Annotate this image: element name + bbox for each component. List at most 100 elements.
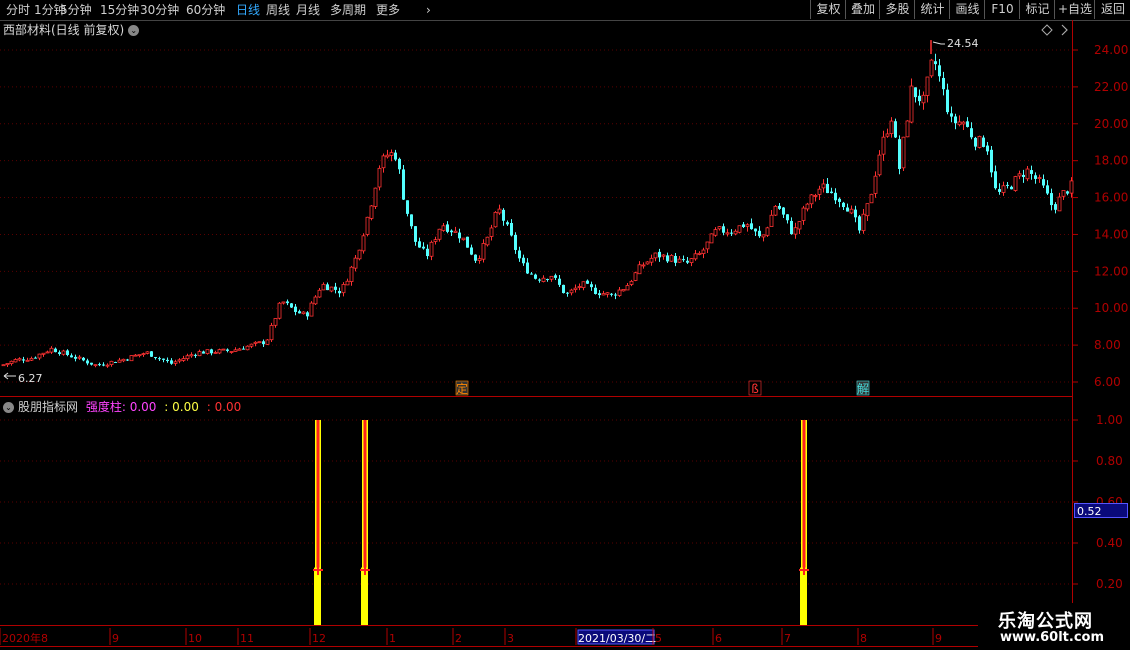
candle-body: [502, 209, 505, 221]
date-label: 8: [860, 632, 867, 645]
candle-body: [121, 358, 126, 362]
candle-body: [485, 236, 490, 246]
candle-body: [573, 287, 578, 290]
candle-body: [737, 225, 742, 233]
candle-body: [173, 361, 178, 364]
price-axis-label: 18.00: [1094, 154, 1128, 168]
candle-body: [66, 350, 69, 355]
candle-body: [514, 234, 517, 250]
candle-body: [693, 253, 698, 260]
candle-body: [345, 280, 350, 286]
candle-body: [105, 364, 110, 367]
candle-body: [470, 247, 473, 255]
candle-body: [629, 280, 634, 285]
diamond-icon: [1041, 24, 1053, 36]
candle-body: [489, 227, 494, 237]
price-axis-label: 6.00: [1094, 375, 1121, 389]
candle-body: [569, 289, 574, 294]
indicator-sep-1: :: [164, 400, 169, 414]
date-label: 11: [240, 632, 254, 645]
price-axis-label: 14.00: [1094, 227, 1128, 241]
candle-body: [778, 205, 781, 209]
candle-body: [701, 249, 706, 254]
candle-body: [846, 207, 849, 212]
candle-body: [773, 205, 778, 216]
candle-body: [625, 285, 630, 291]
candle-body: [809, 194, 814, 205]
candle-body: [961, 121, 966, 125]
candle-body: [697, 252, 702, 255]
price-axis-label: 10.00: [1094, 301, 1128, 315]
signal-marker-2: 解: [857, 382, 869, 396]
indicator-title: ⌄ 股朋指标网 强度柱: 0.00 : 0.00 : 0.00: [3, 398, 241, 415]
candle-body: [838, 198, 841, 202]
candle-body: [1054, 204, 1057, 210]
candle-body: [245, 345, 250, 351]
candle-body: [1022, 174, 1025, 177]
candle-body: [389, 152, 394, 156]
candle-body: [114, 362, 117, 364]
candle-body: [273, 318, 278, 326]
candle-body: [946, 89, 949, 113]
candle-body: [369, 205, 374, 219]
candle-body: [717, 226, 722, 230]
candle-body: [1042, 179, 1045, 186]
candle-body: [197, 351, 202, 357]
candle-body: [341, 284, 346, 294]
candle-body: [317, 289, 322, 298]
candle-body: [713, 229, 718, 236]
candle-body: [13, 359, 18, 363]
candle-body: [253, 341, 258, 344]
candle-body: [881, 136, 886, 155]
candle-body: [338, 290, 341, 294]
price-axis-label: 8.00: [1094, 338, 1121, 352]
candle-body: [126, 359, 129, 361]
candle-body: [645, 261, 650, 265]
signal-marker-1: ß: [751, 382, 759, 396]
candle-body: [805, 203, 810, 210]
candle-body: [377, 167, 382, 188]
candle-body: [842, 202, 845, 208]
candle-body: [306, 312, 309, 317]
candle-body: [722, 226, 725, 233]
candle-body: [889, 120, 894, 134]
price-axis-label: 16.00: [1094, 191, 1128, 205]
candle-body: [181, 358, 186, 361]
candle-body: [730, 232, 733, 234]
candle-body: [970, 128, 973, 138]
indicator-bar-fringe: [361, 567, 363, 625]
candle-body: [901, 136, 906, 169]
candle-body: [298, 311, 301, 314]
candle-body: [869, 193, 874, 204]
candle-body: [249, 343, 254, 347]
candle-body: [309, 302, 314, 317]
candle-body: [826, 183, 829, 194]
candle-body: [426, 248, 429, 257]
date-label: 1: [389, 632, 396, 645]
candle-body: [950, 113, 953, 117]
date-label: 10: [188, 632, 202, 645]
candle-body: [102, 364, 105, 366]
date-label: 2021/03/30/二: [578, 632, 656, 645]
candle-body: [326, 284, 329, 291]
candle-body: [765, 227, 770, 236]
candle-body: [54, 348, 57, 353]
candle-body: [329, 286, 334, 292]
candle-body: [1037, 177, 1042, 179]
candle-body: [433, 239, 438, 242]
candle-body: [877, 154, 882, 176]
candle-body: [790, 220, 793, 235]
indicator-axis-label: 1.00: [1096, 413, 1123, 427]
indicator-sep-2: :: [206, 400, 211, 414]
candle-body: [109, 360, 114, 366]
candle-body: [974, 137, 977, 147]
date-label: 6: [715, 632, 722, 645]
candle-body: [133, 354, 138, 357]
candle-body: [262, 341, 265, 345]
candle-body: [538, 279, 541, 281]
chevron-down-icon[interactable]: ⌄: [3, 402, 14, 413]
candle-body: [477, 258, 482, 261]
candle-body: [74, 356, 77, 359]
candle-body: [742, 224, 745, 228]
candle-body: [290, 303, 293, 308]
